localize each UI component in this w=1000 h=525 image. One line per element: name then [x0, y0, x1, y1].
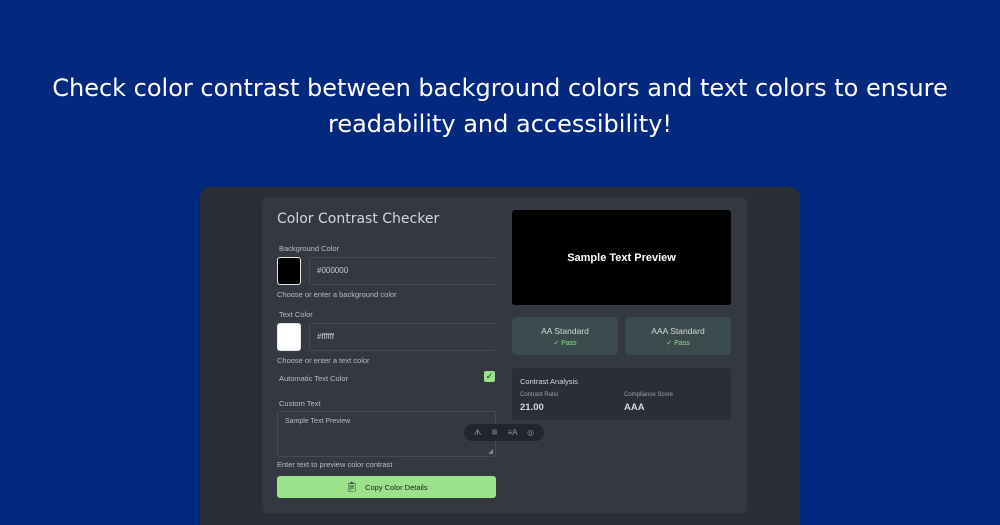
aa-standard-name: AA Standard: [541, 326, 589, 336]
text-color-hint: Choose or enter a text color: [277, 356, 370, 365]
automatic-text-color-label: Automatic Text Color: [279, 374, 349, 383]
hero-headline: Check color contrast between background …: [0, 70, 1000, 142]
clipboard-icon: 📋︎: [345, 481, 359, 493]
contrast-analysis-title: Contrast Analysis: [520, 377, 578, 386]
custom-text-value: Sample Text Preview: [285, 418, 351, 425]
aaa-standard-card: AAA Standard ✓ Pass: [625, 317, 731, 355]
automatic-text-color-checkbox[interactable]: ✓: [484, 371, 495, 382]
background-color-label: Background Color: [279, 244, 340, 253]
settings-icon[interactable]: ✲: [491, 424, 498, 441]
copy-color-details-label: Copy Color Details: [365, 482, 428, 492]
text-color-swatch[interactable]: [277, 323, 301, 351]
resize-handle-icon[interactable]: ◢: [488, 448, 493, 455]
background-color-swatch[interactable]: [277, 257, 301, 285]
hero-headline-line1: Check color contrast between background …: [52, 74, 948, 102]
contrast-analysis-card: Contrast Analysis Contrast Ratio 21.00 C…: [512, 368, 731, 420]
aaa-standard-name: AAA Standard: [651, 326, 705, 336]
floating-toolbar: ᗑ ✲ ≡A ◎: [464, 424, 544, 441]
target-icon[interactable]: ◎: [527, 424, 534, 441]
aa-standard-result: ✓ Pass: [553, 340, 577, 347]
background-color-input[interactable]: #000000: [309, 257, 496, 285]
contrast-ratio-value: 21.00: [520, 402, 544, 413]
text-color-label: Text Color: [279, 310, 313, 319]
text-color-input[interactable]: #ffffff: [309, 323, 496, 351]
custom-text-hint: Enter text to preview color contrast: [277, 460, 393, 469]
aaa-standard-result: ✓ Pass: [666, 340, 690, 347]
background-color-hint: Choose or enter a background color: [277, 290, 397, 299]
preview-text: Sample Text Preview: [567, 251, 676, 264]
custom-text-label: Custom Text: [279, 399, 321, 408]
sample-text-preview: Sample Text Preview: [512, 210, 731, 305]
text-format-icon[interactable]: ᗑ: [474, 424, 482, 441]
aa-standard-card: AA Standard ✓ Pass: [512, 317, 618, 355]
contrast-ratio-label: Contrast Ratio: [520, 392, 559, 398]
copy-color-details-button[interactable]: 📋︎ Copy Color Details: [277, 476, 496, 498]
compliance-score-value: AAA: [624, 402, 645, 413]
compliance-score-label: Compliance Score: [624, 392, 674, 398]
app-title: Color Contrast Checker: [277, 211, 440, 227]
hero-headline-line2: readability and accessibility!: [327, 110, 673, 138]
translate-icon[interactable]: ≡A: [507, 424, 517, 441]
